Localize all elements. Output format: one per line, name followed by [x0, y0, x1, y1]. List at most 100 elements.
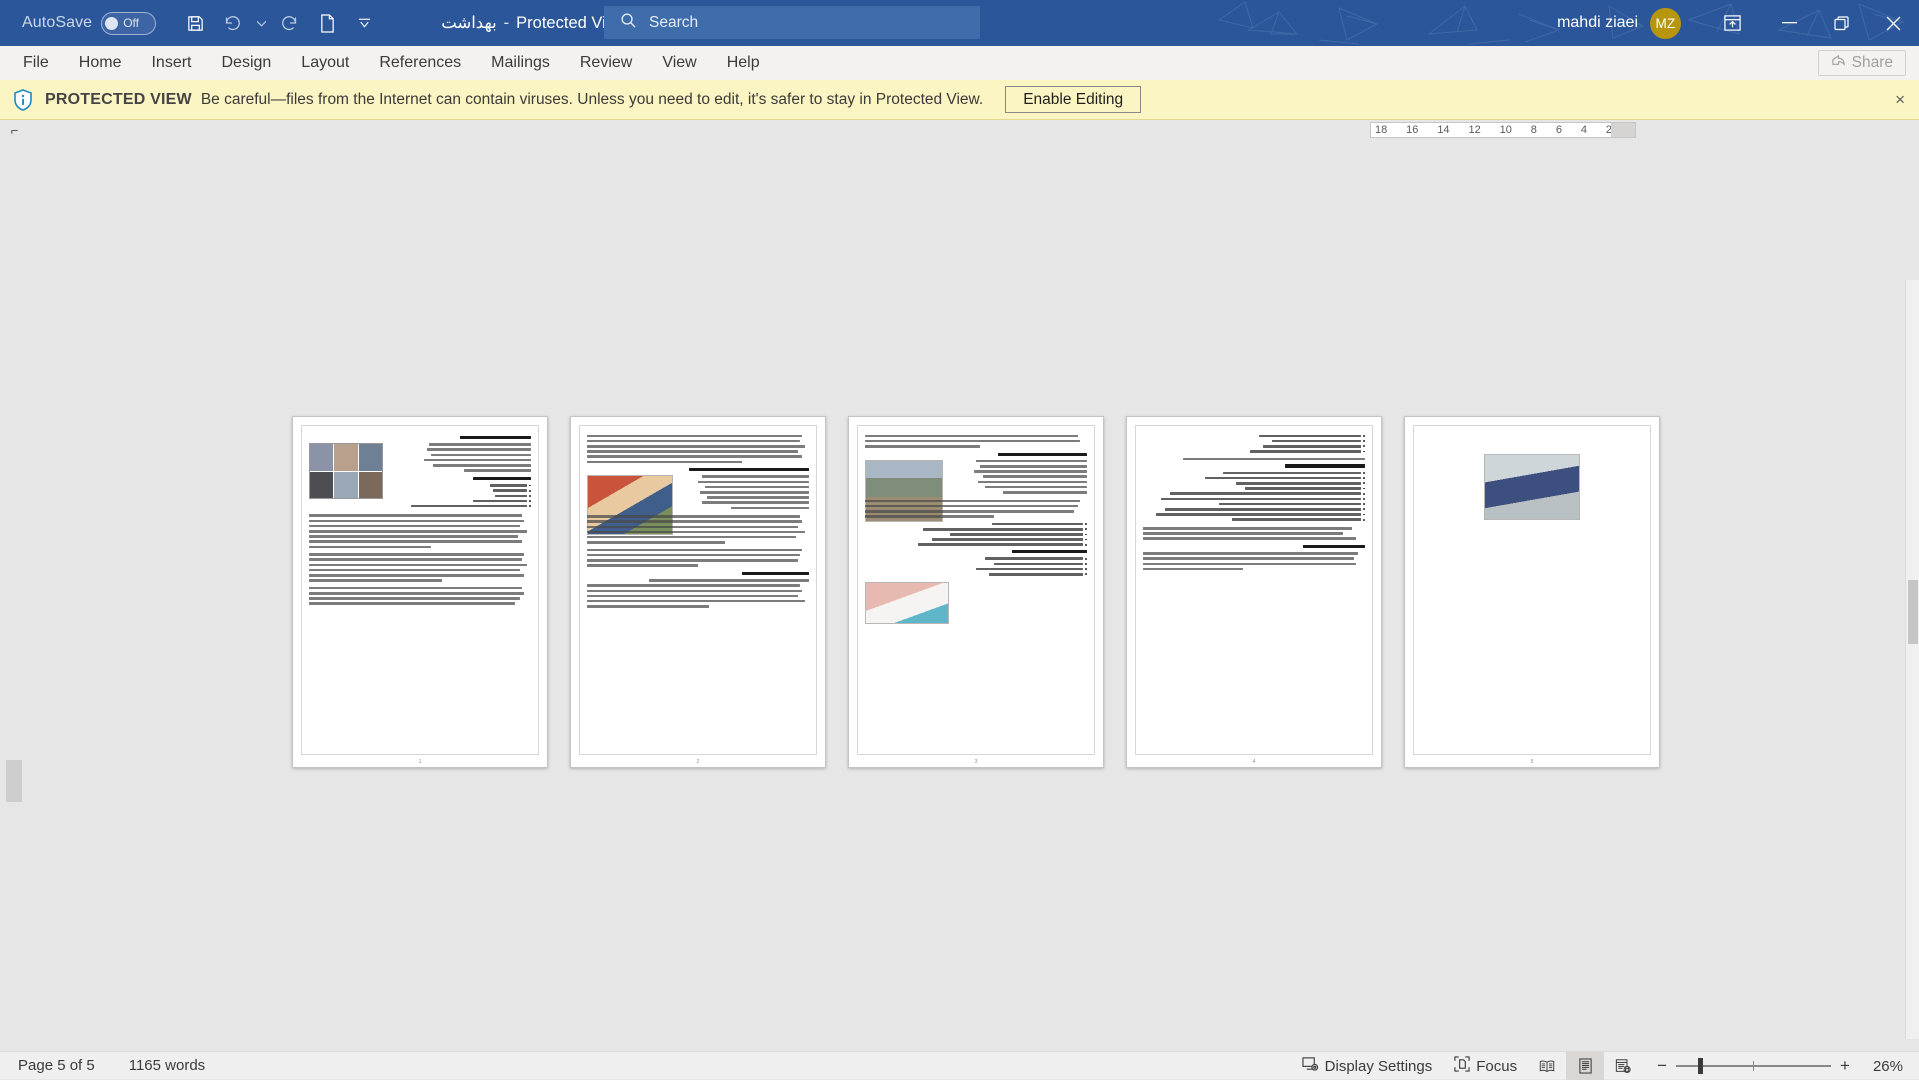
autosave-toggle-knob: [105, 17, 118, 30]
ruler-tick-6: 6: [1556, 124, 1562, 136]
ribbon-tab-bar: File Home Insert Design Layout Reference…: [0, 46, 1919, 80]
page-content: [857, 425, 1095, 755]
close-icon[interactable]: [1867, 0, 1919, 46]
document-page[interactable]: 5: [1404, 416, 1660, 768]
photo-collage-image: [309, 443, 383, 499]
photo-landscape-image: [865, 460, 943, 522]
tab-view[interactable]: View: [647, 46, 711, 80]
tab-mailings[interactable]: Mailings: [476, 46, 565, 80]
tab-layout[interactable]: Layout: [286, 46, 364, 80]
horizontal-ruler[interactable]: 18 16 14 12 10 8 6 4 2: [1370, 122, 1617, 138]
avatar[interactable]: MZ: [1650, 8, 1681, 39]
web-layout-icon[interactable]: [1604, 1052, 1642, 1080]
ruler-row: ⌐ 18 16 14 12 10 8 6 4 2: [0, 120, 1919, 140]
page-content: [301, 425, 539, 755]
protected-view-bar: PROTECTED VIEW Be careful—files from the…: [0, 80, 1919, 120]
document-name: بهداشت: [441, 13, 496, 33]
zoom-in-button[interactable]: +: [1831, 1056, 1859, 1076]
document-canvas[interactable]: 1: [0, 140, 1919, 1039]
ruler-tick-16: 16: [1406, 124, 1418, 136]
protected-view-message: Be careful—files from the Internet can c…: [201, 91, 983, 109]
print-layout-icon[interactable]: [1566, 1052, 1604, 1080]
undo-icon[interactable]: [215, 7, 249, 39]
zoom-slider[interactable]: − +: [1648, 1056, 1859, 1076]
word-count[interactable]: 1165 words: [129, 1057, 205, 1074]
restore-icon[interactable]: [1815, 0, 1867, 46]
focus-icon: [1454, 1056, 1470, 1076]
tab-review[interactable]: Review: [565, 46, 647, 80]
titlebar-right-group: mahdi ziaei MZ: [1557, 0, 1919, 46]
page-number: 4: [1127, 759, 1381, 765]
tab-insert[interactable]: Insert: [136, 46, 206, 80]
quick-access-toolbar: [178, 7, 381, 39]
heading-line: [460, 436, 531, 439]
ruler-tick-8: 8: [1531, 124, 1537, 136]
zoom-track[interactable]: [1676, 1065, 1831, 1067]
page-strip: 1: [292, 416, 1660, 768]
tab-design[interactable]: Design: [206, 46, 286, 80]
undo-dropdown-icon[interactable]: [252, 7, 270, 39]
user-name: mahdi ziaei: [1557, 14, 1638, 32]
search-input[interactable]: Search: [649, 14, 698, 32]
tab-file[interactable]: File: [8, 46, 64, 80]
page-content: [1413, 425, 1651, 755]
page-number: 5: [1405, 759, 1659, 765]
tab-references[interactable]: References: [364, 46, 476, 80]
focus-label: Focus: [1476, 1058, 1517, 1075]
tab-help[interactable]: Help: [712, 46, 775, 80]
scrollbar-thumb[interactable]: [1908, 580, 1918, 644]
status-bar-right-group: Display Settings Focus: [1291, 1052, 1919, 1080]
autosave-state-label: Off: [123, 16, 139, 30]
display-settings-label: Display Settings: [1325, 1058, 1433, 1075]
zoom-thumb[interactable]: [1698, 1058, 1703, 1074]
tab-stop-selector[interactable]: ⌐: [6, 122, 23, 139]
photo-teeth-image: [865, 582, 949, 624]
autosave-control[interactable]: AutoSave Off: [22, 12, 156, 35]
ruler-tick-18: 18: [1375, 124, 1387, 136]
zoom-midpoint-tick: [1753, 1061, 1754, 1071]
ribbon-display-options-icon[interactable]: [1701, 0, 1763, 46]
display-settings-icon: [1302, 1056, 1319, 1076]
autosave-toggle[interactable]: Off: [101, 12, 156, 35]
enable-editing-button[interactable]: Enable Editing: [1005, 86, 1141, 113]
ruler-tick-14: 14: [1437, 124, 1449, 136]
share-button[interactable]: Share: [1818, 50, 1906, 76]
search-icon: [620, 12, 637, 34]
save-icon[interactable]: [178, 7, 212, 39]
redo-icon[interactable]: [273, 7, 307, 39]
paragraph-block: [309, 443, 531, 472]
share-label: Share: [1852, 54, 1893, 72]
left-scroll-region[interactable]: [6, 760, 22, 802]
vertical-scrollbar[interactable]: [1905, 280, 1919, 1039]
tab-home[interactable]: Home: [64, 46, 137, 80]
ruler-tick-12: 12: [1468, 124, 1480, 136]
customize-quick-access-toolbar-icon[interactable]: [347, 7, 381, 39]
zoom-out-button[interactable]: −: [1648, 1056, 1676, 1076]
page-content: [579, 425, 817, 755]
photo-child-washing-hands-image: [1484, 454, 1580, 520]
document-page[interactable]: 4: [1126, 416, 1382, 768]
focus-button[interactable]: Focus: [1443, 1052, 1528, 1080]
page-number: 3: [849, 759, 1103, 765]
search-box[interactable]: Search: [604, 6, 980, 39]
protected-view-title: PROTECTED VIEW: [45, 91, 192, 109]
document-page[interactable]: 1: [292, 416, 548, 768]
page-number: 1: [293, 759, 547, 765]
ruler-tick-10: 10: [1500, 124, 1512, 136]
horizontal-ruler-margin: [1611, 122, 1636, 138]
share-icon: [1831, 54, 1846, 73]
zoom-level[interactable]: 26%: [1865, 1058, 1919, 1075]
document-page[interactable]: 2: [570, 416, 826, 768]
new-blank-document-icon[interactable]: [310, 7, 344, 39]
page-number: 2: [571, 759, 825, 765]
minimize-icon[interactable]: [1763, 0, 1815, 46]
document-page[interactable]: 3: [848, 416, 1104, 768]
close-icon[interactable]: ×: [1895, 91, 1905, 108]
page-indicator[interactable]: Page 5 of 5: [18, 1057, 95, 1074]
page-content: [1135, 425, 1373, 755]
title-bar: AutoSave Off: [0, 0, 1919, 46]
display-settings-button[interactable]: Display Settings: [1291, 1052, 1444, 1080]
autosave-label: AutoSave: [22, 14, 92, 32]
read-mode-icon[interactable]: [1528, 1052, 1566, 1080]
ruler-tick-4: 4: [1581, 124, 1587, 136]
